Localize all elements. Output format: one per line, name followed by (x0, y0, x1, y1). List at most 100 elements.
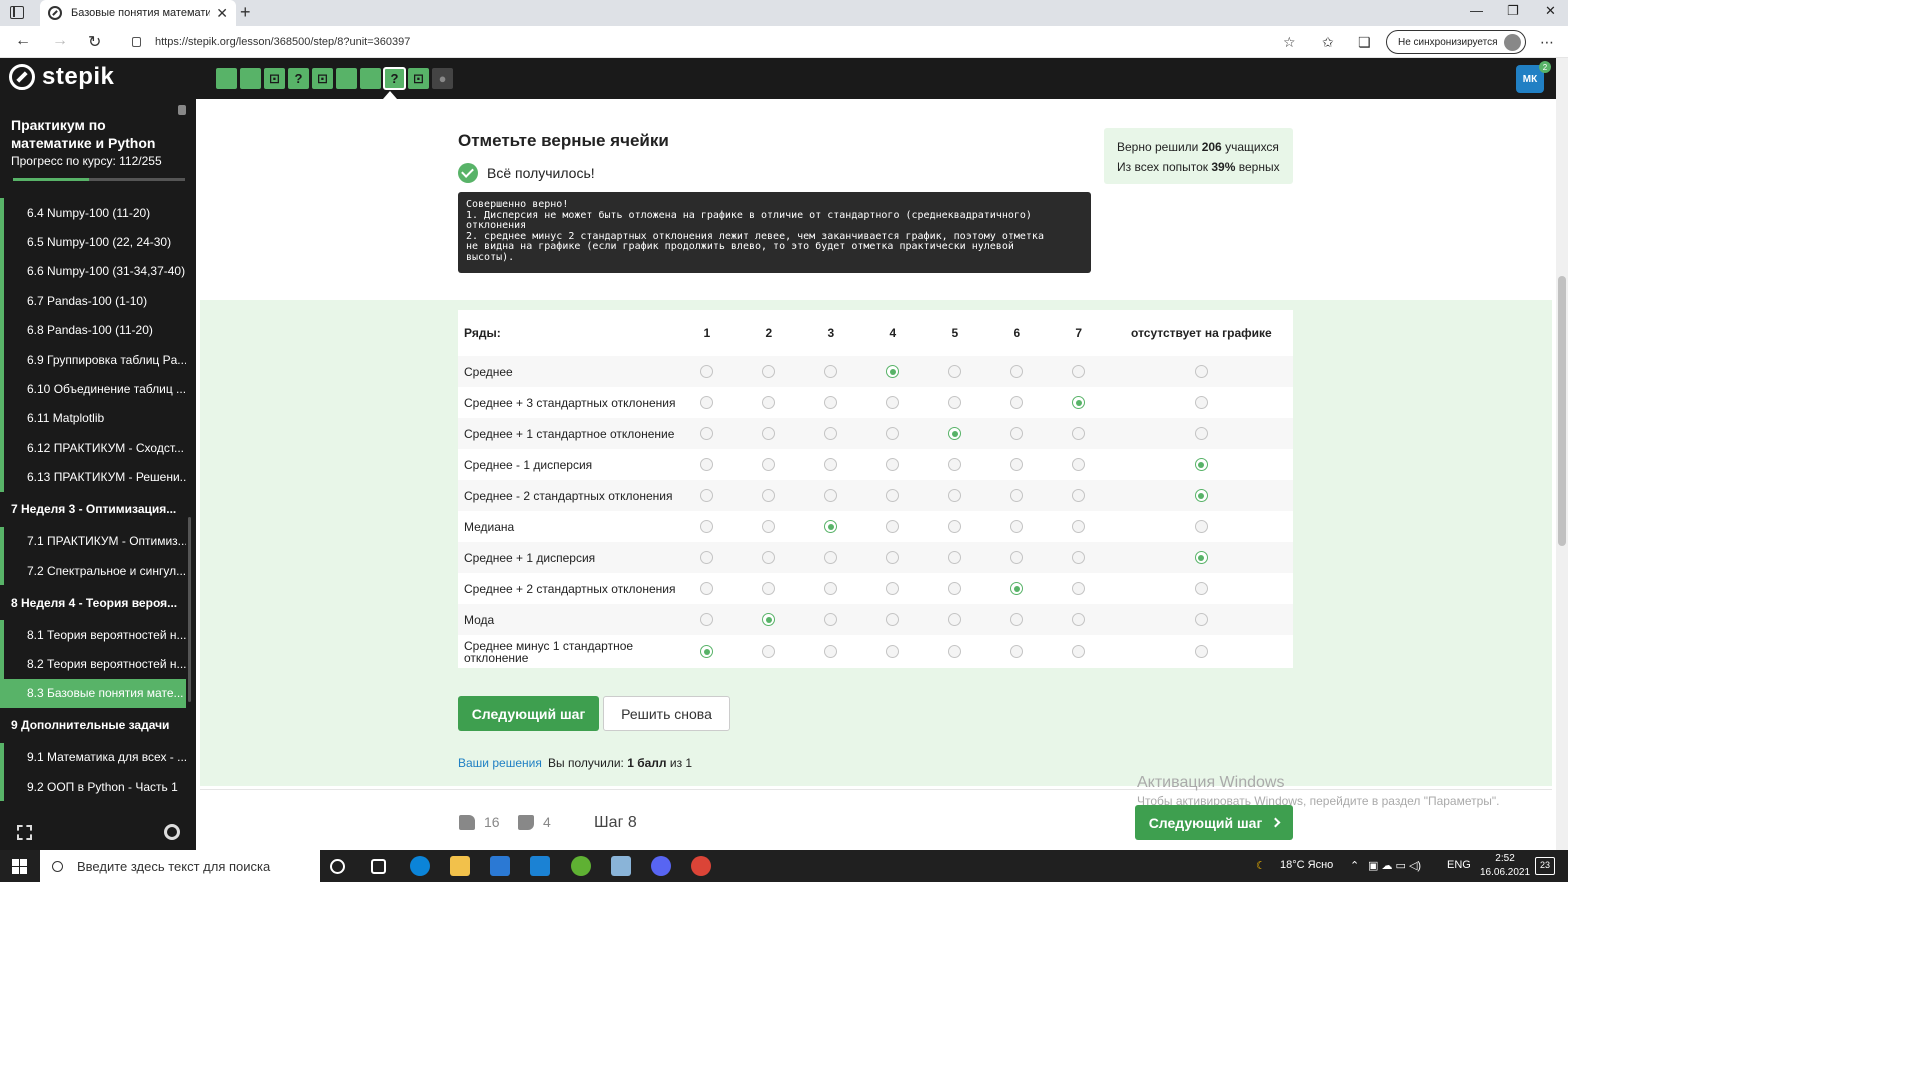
sidebar-lesson[interactable]: 9.1 Математика для всех - ... (0, 742, 186, 773)
radio-button[interactable] (1010, 396, 1024, 409)
retry-button[interactable]: Решить снова (603, 696, 730, 731)
radio-selected[interactable] (886, 365, 900, 378)
chrome-icon[interactable] (691, 856, 711, 876)
file-explorer-icon[interactable] (450, 856, 470, 876)
radio-selected[interactable] (1010, 582, 1024, 595)
radio-button[interactable] (824, 489, 838, 502)
radio-button[interactable] (948, 520, 962, 533)
radio-selected[interactable] (824, 520, 838, 533)
sidebar-lesson[interactable]: 8.1 Теория вероятностей н... (0, 619, 186, 650)
radio-button[interactable] (762, 582, 776, 595)
radio-button[interactable] (1010, 365, 1024, 378)
radio-button[interactable] (762, 396, 776, 409)
sidebar-lesson[interactable]: 7.2 Спектральное и сингул... (0, 555, 186, 586)
radio-button[interactable] (886, 582, 900, 595)
radio-button[interactable] (762, 365, 776, 378)
browser-tab[interactable]: Базовые понятия математичес ✕ (40, 0, 236, 26)
radio-button[interactable] (762, 427, 776, 440)
radio-button[interactable] (700, 489, 714, 502)
radio-button[interactable] (824, 551, 838, 564)
sidebar-lesson[interactable]: 6.10 Объединение таблиц ... (0, 374, 186, 404)
radio-button[interactable] (1194, 427, 1208, 440)
radio-button[interactable] (762, 489, 776, 502)
sidebar-scrollbar[interactable] (188, 517, 191, 702)
radio-button[interactable] (886, 489, 900, 502)
radio-button[interactable] (762, 551, 776, 564)
radio-button[interactable] (1194, 582, 1208, 595)
radio-button[interactable] (1010, 613, 1024, 626)
radio-selected[interactable] (700, 645, 714, 658)
sidebar-lesson[interactable]: 6.11 Matplotlib (0, 403, 186, 434)
radio-button[interactable] (700, 458, 714, 471)
radio-button[interactable] (1010, 427, 1024, 440)
radio-button[interactable] (700, 582, 714, 595)
radio-button[interactable] (1194, 613, 1208, 626)
radio-button[interactable] (762, 458, 776, 471)
tray-chevron-icon[interactable]: ⌃ (1350, 859, 1359, 872)
task-view-icon[interactable] (371, 859, 386, 874)
radio-button[interactable] (700, 427, 714, 440)
radio-button[interactable] (824, 427, 838, 440)
radio-button[interactable] (1194, 396, 1208, 409)
radio-button[interactable] (948, 551, 962, 564)
sidebar-section[interactable]: 8 Неделя 4 - Теория вероя... (0, 585, 186, 620)
sidebar-lesson[interactable]: 8.3 Базовые понятия мате... (0, 678, 186, 709)
radio-button[interactable] (886, 396, 900, 409)
collections-icon[interactable]: ❏ (1358, 34, 1371, 51)
pin-icon[interactable] (178, 105, 186, 115)
gear-icon[interactable] (164, 824, 180, 840)
radio-button[interactable] (948, 613, 962, 626)
radio-button[interactable] (1072, 489, 1086, 502)
sidebar-lesson[interactable]: 6.6 Numpy-100 (31-34,37-40) (0, 256, 186, 287)
radio-button[interactable] (1010, 551, 1024, 564)
radio-button[interactable] (948, 489, 962, 502)
more-menu-icon[interactable]: ⋯ (1540, 34, 1554, 51)
notification-center-icon[interactable]: 23 (1535, 857, 1555, 875)
radio-button[interactable] (824, 582, 838, 595)
mail-icon[interactable] (530, 856, 550, 876)
sidebar-lesson[interactable]: 7.1 ПРАКТИКУМ - Оптимиз... (0, 526, 186, 556)
dislike-button[interactable]: 4 (518, 814, 551, 830)
radio-button[interactable] (948, 396, 962, 409)
favorite-icon[interactable]: ☆ (1283, 34, 1296, 51)
radio-button[interactable] (1072, 613, 1086, 626)
tab-close-icon[interactable]: ✕ (216, 5, 228, 22)
radio-button[interactable] (886, 458, 900, 471)
radio-button[interactable] (886, 427, 900, 440)
next-step-button[interactable]: Следующий шаг (458, 696, 599, 731)
radio-button[interactable] (1072, 551, 1086, 564)
radio-button[interactable] (1194, 520, 1208, 533)
sidebar-section[interactable]: 9 Дополнительные задачи (0, 708, 186, 743)
tab-actions-icon[interactable] (10, 6, 24, 19)
radio-button[interactable] (824, 613, 838, 626)
weather-text[interactable]: 18°C Ясно (1280, 859, 1333, 871)
minimize-button[interactable]: — (1470, 3, 1483, 18)
taskbar-clock[interactable]: 2:52 16.06.2021 (1480, 852, 1530, 880)
sidebar-lesson[interactable]: 6.9 Группировка таблиц Pa... (0, 344, 186, 375)
radio-button[interactable] (824, 458, 838, 471)
radio-button[interactable] (700, 520, 714, 533)
radio-button[interactable] (1072, 458, 1086, 471)
radio-button[interactable] (948, 365, 962, 378)
your-solutions-link[interactable]: Ваши решения (458, 756, 542, 770)
radio-selected[interactable] (948, 427, 962, 440)
sidebar-lesson[interactable]: 8.2 Теория вероятностей н... (0, 649, 186, 679)
radio-button[interactable] (948, 582, 962, 595)
windows-start-icon[interactable] (12, 859, 27, 874)
radio-button[interactable] (1072, 520, 1086, 533)
radio-button[interactable] (1072, 365, 1086, 378)
sidebar-lesson[interactable]: 6.12 ПРАКТИКУМ - Сходст... (0, 433, 186, 463)
step-tile-9[interactable]: ⊡ (408, 68, 429, 89)
radio-button[interactable] (1010, 489, 1024, 502)
store-icon[interactable] (490, 856, 510, 876)
sidebar-lesson[interactable]: 6.8 Pandas-100 (11-20) (0, 315, 186, 345)
radio-button[interactable] (700, 365, 714, 378)
step-tile-10[interactable]: ● (432, 68, 453, 89)
discord-icon[interactable] (651, 856, 671, 876)
step-tile-4[interactable]: ? (288, 68, 309, 89)
radio-button[interactable] (886, 520, 900, 533)
radio-button[interactable] (1072, 645, 1086, 658)
radio-button[interactable] (762, 645, 776, 658)
step-tile-1[interactable] (216, 68, 237, 89)
radio-button[interactable] (948, 458, 962, 471)
